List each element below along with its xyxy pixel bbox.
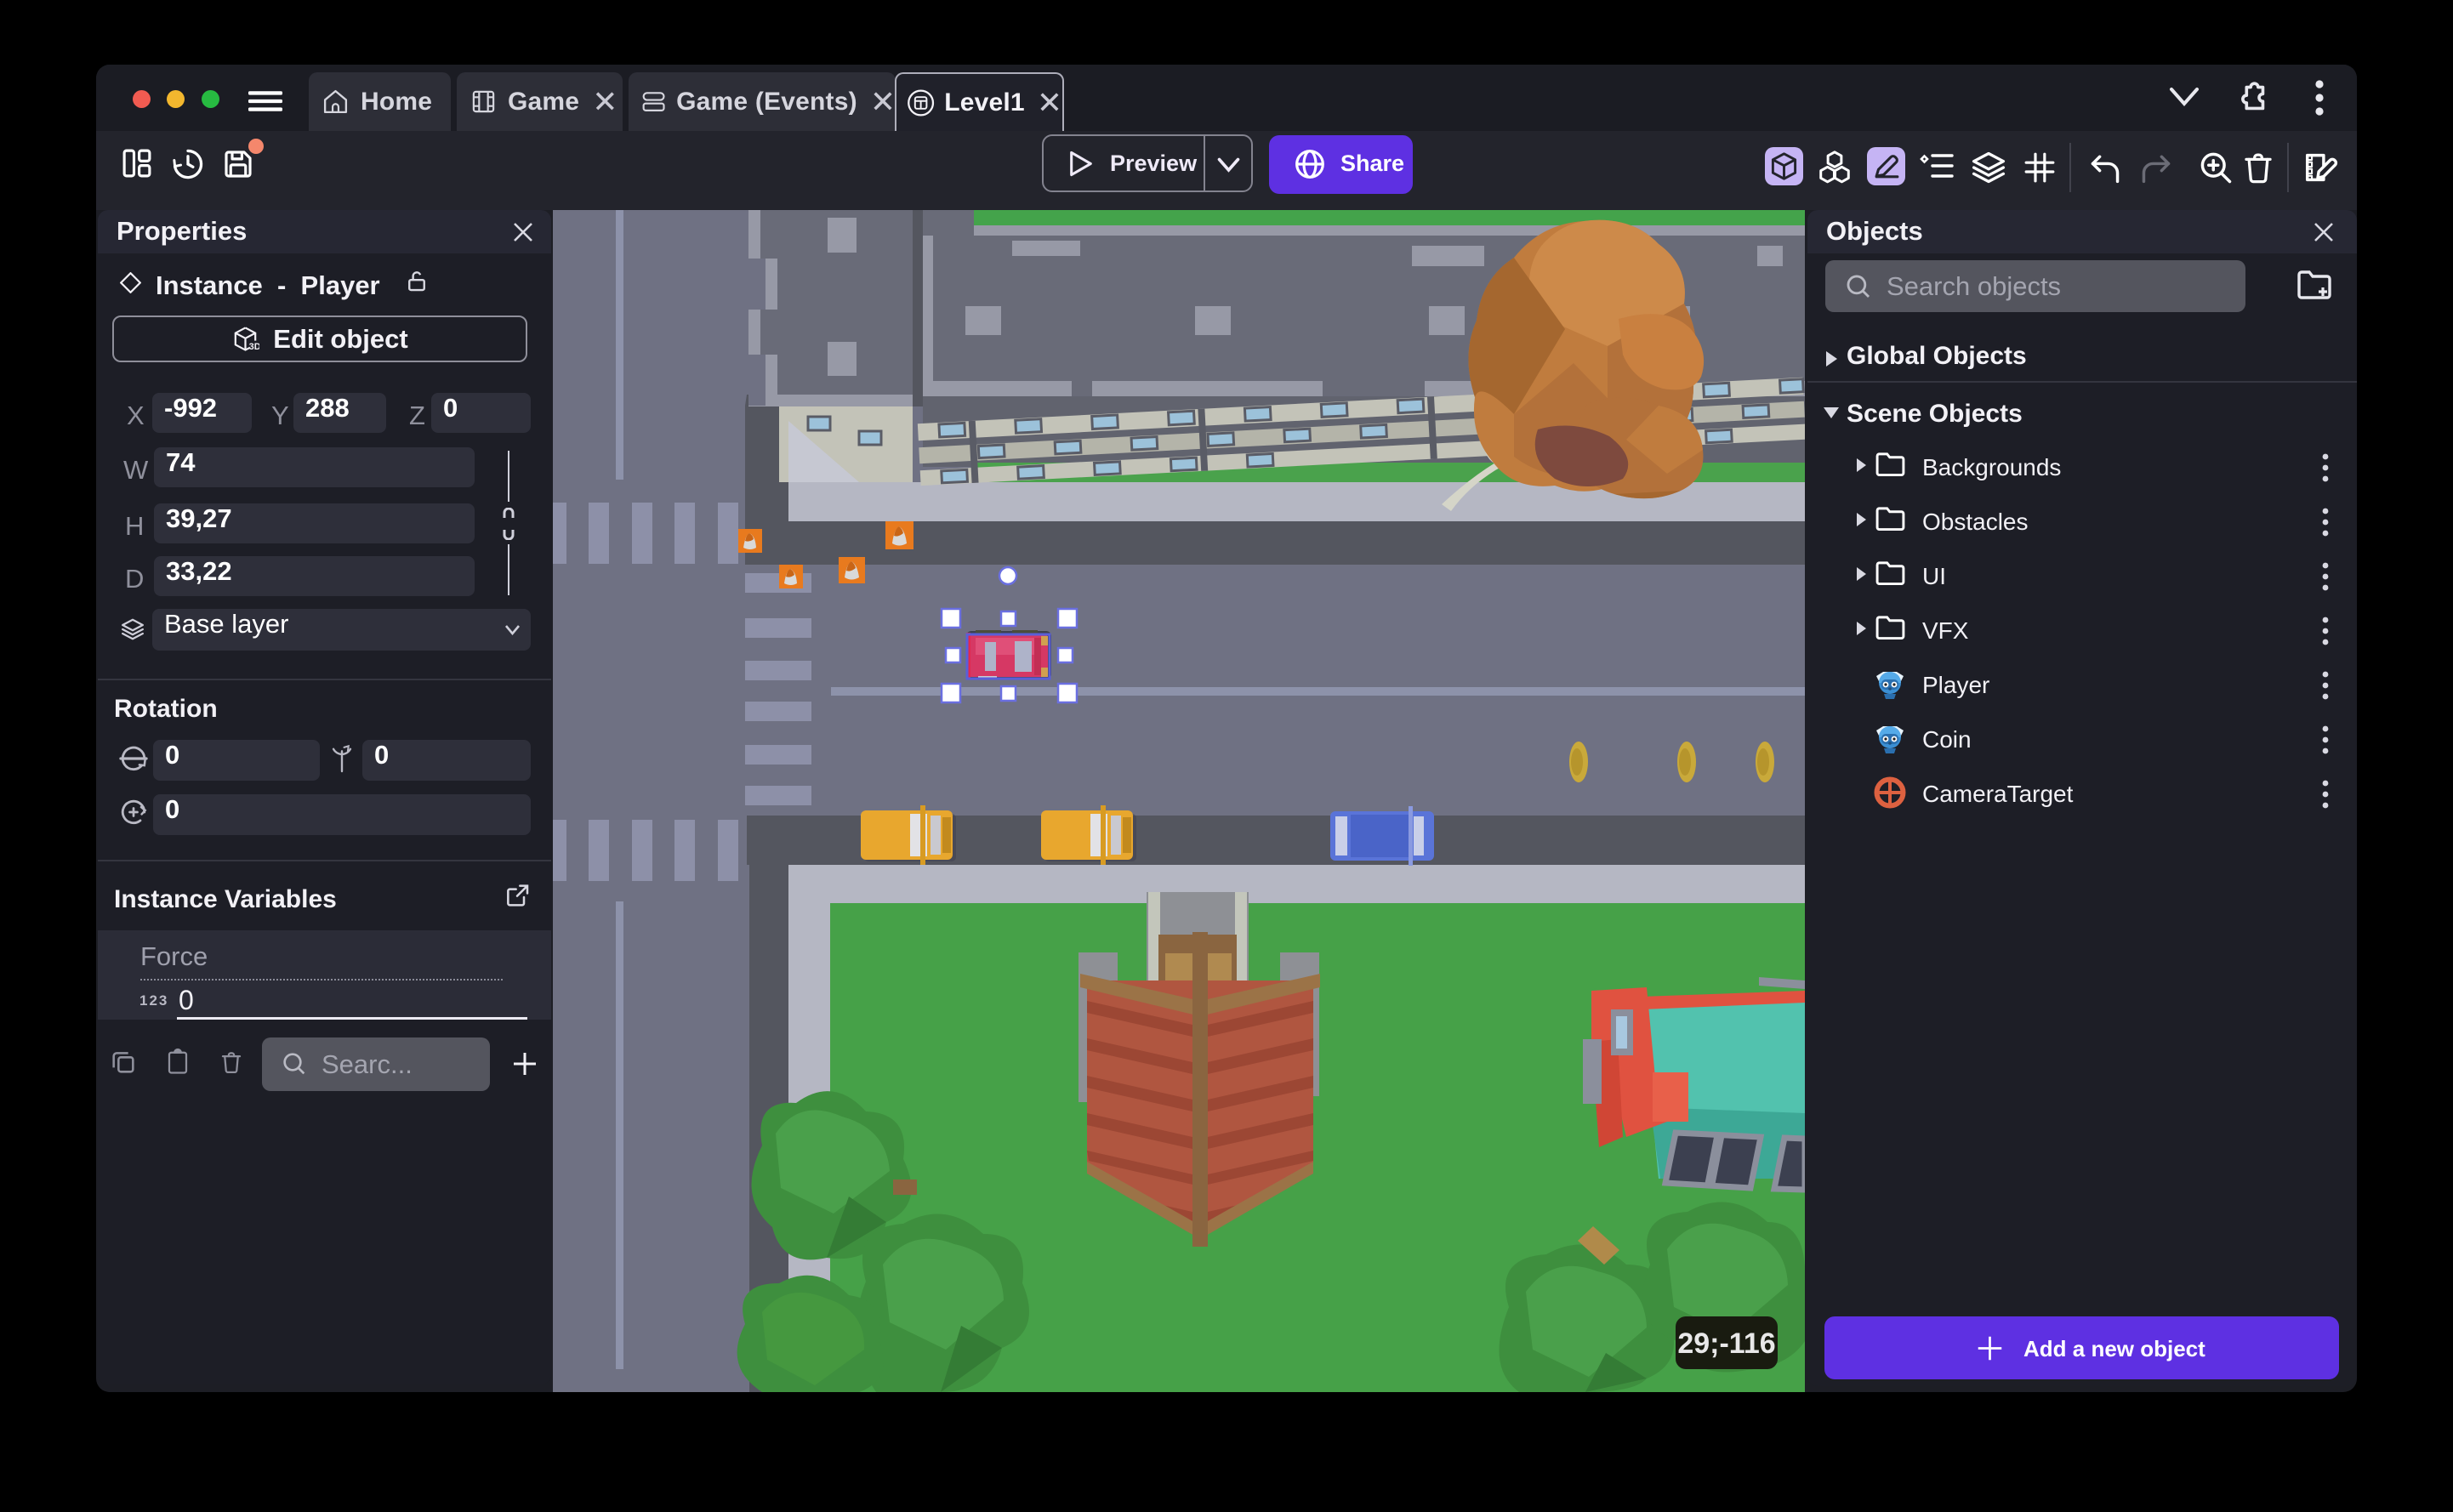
svg-text:29;-116: 29;-116 (1677, 1327, 1775, 1360)
svg-text:3D: 3D (249, 342, 259, 352)
